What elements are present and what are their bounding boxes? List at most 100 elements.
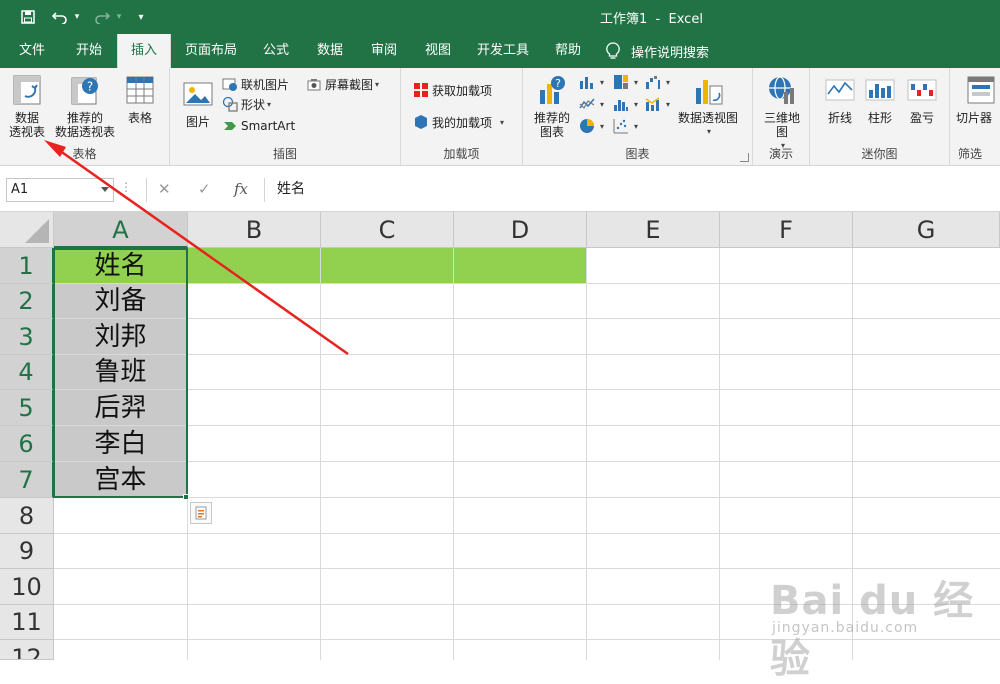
tab-view[interactable]: 视图 — [416, 34, 460, 68]
row-header-12[interactable]: 12 — [0, 640, 54, 660]
online-pictures-button[interactable]: 联机图片 — [222, 74, 289, 94]
screenshot-label: 屏幕截图 — [325, 77, 374, 92]
column-chart-icon — [580, 77, 593, 89]
tab-help[interactable]: 帮助 — [546, 34, 590, 68]
column-header-a[interactable]: A — [54, 212, 188, 248]
slicer-button[interactable]: 切片器 — [956, 74, 1000, 125]
sparkline-winloss-button[interactable]: 盈亏 — [904, 74, 940, 125]
shapes-icon — [222, 96, 238, 112]
row-header-7[interactable]: 7 — [0, 462, 54, 498]
tab-home[interactable]: 开始 — [64, 34, 114, 68]
line-chart-button[interactable]: ▾ — [579, 94, 604, 114]
redo-button[interactable] — [90, 3, 114, 31]
group-illustrations-label: 插图 — [272, 147, 297, 161]
quick-analysis-button[interactable] — [190, 502, 212, 524]
name-box-value: A1 — [11, 182, 29, 197]
tab-developer[interactable]: 开发工具 — [468, 34, 538, 68]
hierarchy-chart-caret: ▾ — [634, 77, 639, 87]
select-all-button[interactable] — [0, 212, 54, 248]
tab-insert[interactable]: 插入 — [117, 34, 171, 68]
row-header-9[interactable]: 9 — [0, 534, 54, 569]
tab-review[interactable]: 审阅 — [362, 34, 406, 68]
row-header-2[interactable]: 2 — [0, 284, 54, 319]
hierarchy-chart-button[interactable]: ▾ — [613, 72, 638, 92]
tab-data[interactable]: 数据 — [308, 34, 352, 68]
row-header-5[interactable]: 5 — [0, 390, 54, 426]
sparkline-column-icon — [865, 79, 895, 101]
customize-qat-button[interactable]: ▾ — [132, 3, 150, 31]
statistic-chart-button[interactable]: ▾ — [613, 94, 638, 114]
combo-chart-caret: ▾ — [666, 99, 671, 109]
redo-dropdown[interactable]: ▾ — [114, 3, 124, 31]
scatter-chart-button[interactable]: ▾ — [613, 116, 638, 136]
cancel-button[interactable]: ✕ — [158, 180, 171, 198]
tab-page-layout[interactable]: 页面布局 — [176, 34, 246, 68]
picture-icon — [183, 82, 213, 106]
recommended-pivottables-button[interactable]: ? 推荐的 数据透视表 — [50, 74, 120, 139]
row-header-1[interactable]: 1 — [0, 248, 54, 284]
waterfall-chart-caret: ▾ — [666, 77, 671, 87]
slicer-icon — [967, 76, 995, 104]
fill-handle[interactable] — [183, 494, 189, 500]
line-chart-icon — [579, 98, 595, 109]
column-header-d[interactable]: D — [454, 212, 587, 248]
tab-formulas[interactable]: 公式 — [254, 34, 298, 68]
shapes-caret: ▾ — [267, 99, 272, 109]
undo-dropdown[interactable]: ▾ — [72, 3, 82, 31]
svg-text:?: ? — [555, 77, 561, 90]
enter-button[interactable]: ✓ — [198, 180, 211, 198]
smartart-button[interactable]: SmartArt — [222, 116, 295, 136]
formula-bar-grip[interactable]: ⋮ — [120, 180, 132, 194]
3d-map-button[interactable]: 三维地 图 ▾ — [759, 74, 805, 153]
shapes-button[interactable]: 形状 ▾ — [222, 94, 271, 114]
tell-me-search[interactable]: 操作说明搜索 — [603, 34, 709, 68]
get-addins-button[interactable]: 获取加载项 — [413, 80, 492, 100]
name-box[interactable]: A1 — [6, 178, 114, 202]
pictures-button[interactable]: 图片 — [178, 78, 218, 129]
row-header-11[interactable]: 11 — [0, 605, 54, 640]
sparkline-line-button[interactable]: 折线 — [822, 74, 858, 125]
column-header-g[interactable]: G — [853, 212, 1000, 248]
globe-icon — [769, 76, 794, 104]
waterfall-chart-button[interactable]: ▾ — [645, 72, 670, 92]
save-button[interactable] — [14, 3, 42, 31]
row-header-8[interactable]: 8 — [0, 498, 54, 534]
slicer-label: 切片器 — [956, 111, 993, 125]
recommended-charts-icon: ? — [540, 76, 565, 104]
row-header-10[interactable]: 10 — [0, 569, 54, 605]
insert-function-button[interactable]: fx — [234, 180, 248, 198]
charts-dialog-launcher[interactable] — [740, 153, 749, 162]
group-tables: 数据 透视表 ? 推荐的 数据透视表 表格 表格 — [0, 68, 170, 166]
pie-chart-icon — [580, 119, 594, 133]
pie-chart-button[interactable]: ▾ — [579, 116, 604, 136]
row-header-4[interactable]: 4 — [0, 355, 54, 390]
formula-input[interactable]: 姓名 — [264, 178, 1000, 202]
row-header-6[interactable]: 6 — [0, 426, 54, 462]
column-header-f[interactable]: F — [720, 212, 853, 248]
combo-chart-button[interactable]: ▾ — [645, 94, 670, 114]
row-header-3[interactable]: 3 — [0, 319, 54, 355]
column-header-c[interactable]: C — [321, 212, 454, 248]
sparkline-line-label: 折线 — [827, 111, 852, 125]
column-chart-button[interactable]: ▾ — [579, 72, 604, 92]
sparkline-line-icon — [825, 79, 855, 101]
pivotchart-caret: ▾ — [706, 127, 711, 136]
sparkline-column-button[interactable]: 柱形 — [862, 74, 898, 125]
scatter-chart-caret: ▾ — [634, 121, 639, 131]
quick-analysis-icon — [195, 506, 207, 520]
name-box-dropdown-icon[interactable] — [101, 187, 109, 192]
screenshot-button[interactable]: 屏幕截图 ▾ — [306, 74, 379, 94]
group-charts: ? 推荐的 图表 ▾ ▾ ▾ ▾ ▾ ▾ ▾ ▾ 数据透视图 ▾ 图表 — [523, 68, 753, 166]
combo-chart-icon — [645, 97, 660, 111]
pivottable-button[interactable]: 数据 透视表 — [4, 74, 50, 139]
column-header-e[interactable]: E — [587, 212, 720, 248]
my-addins-button[interactable]: 我的加载项 ▾ — [413, 112, 504, 132]
table-button[interactable]: 表格 — [120, 74, 160, 125]
pivottable-label-1: 数据 — [14, 111, 39, 125]
recommended-charts-button[interactable]: ? 推荐的 图表 — [531, 74, 573, 139]
select-all-icon — [25, 219, 49, 243]
tab-file[interactable]: 文件 — [10, 34, 54, 68]
column-header-b[interactable]: B — [188, 212, 321, 248]
pivotchart-button[interactable]: 数据透视图 ▾ — [673, 74, 743, 139]
undo-button[interactable] — [48, 3, 72, 31]
